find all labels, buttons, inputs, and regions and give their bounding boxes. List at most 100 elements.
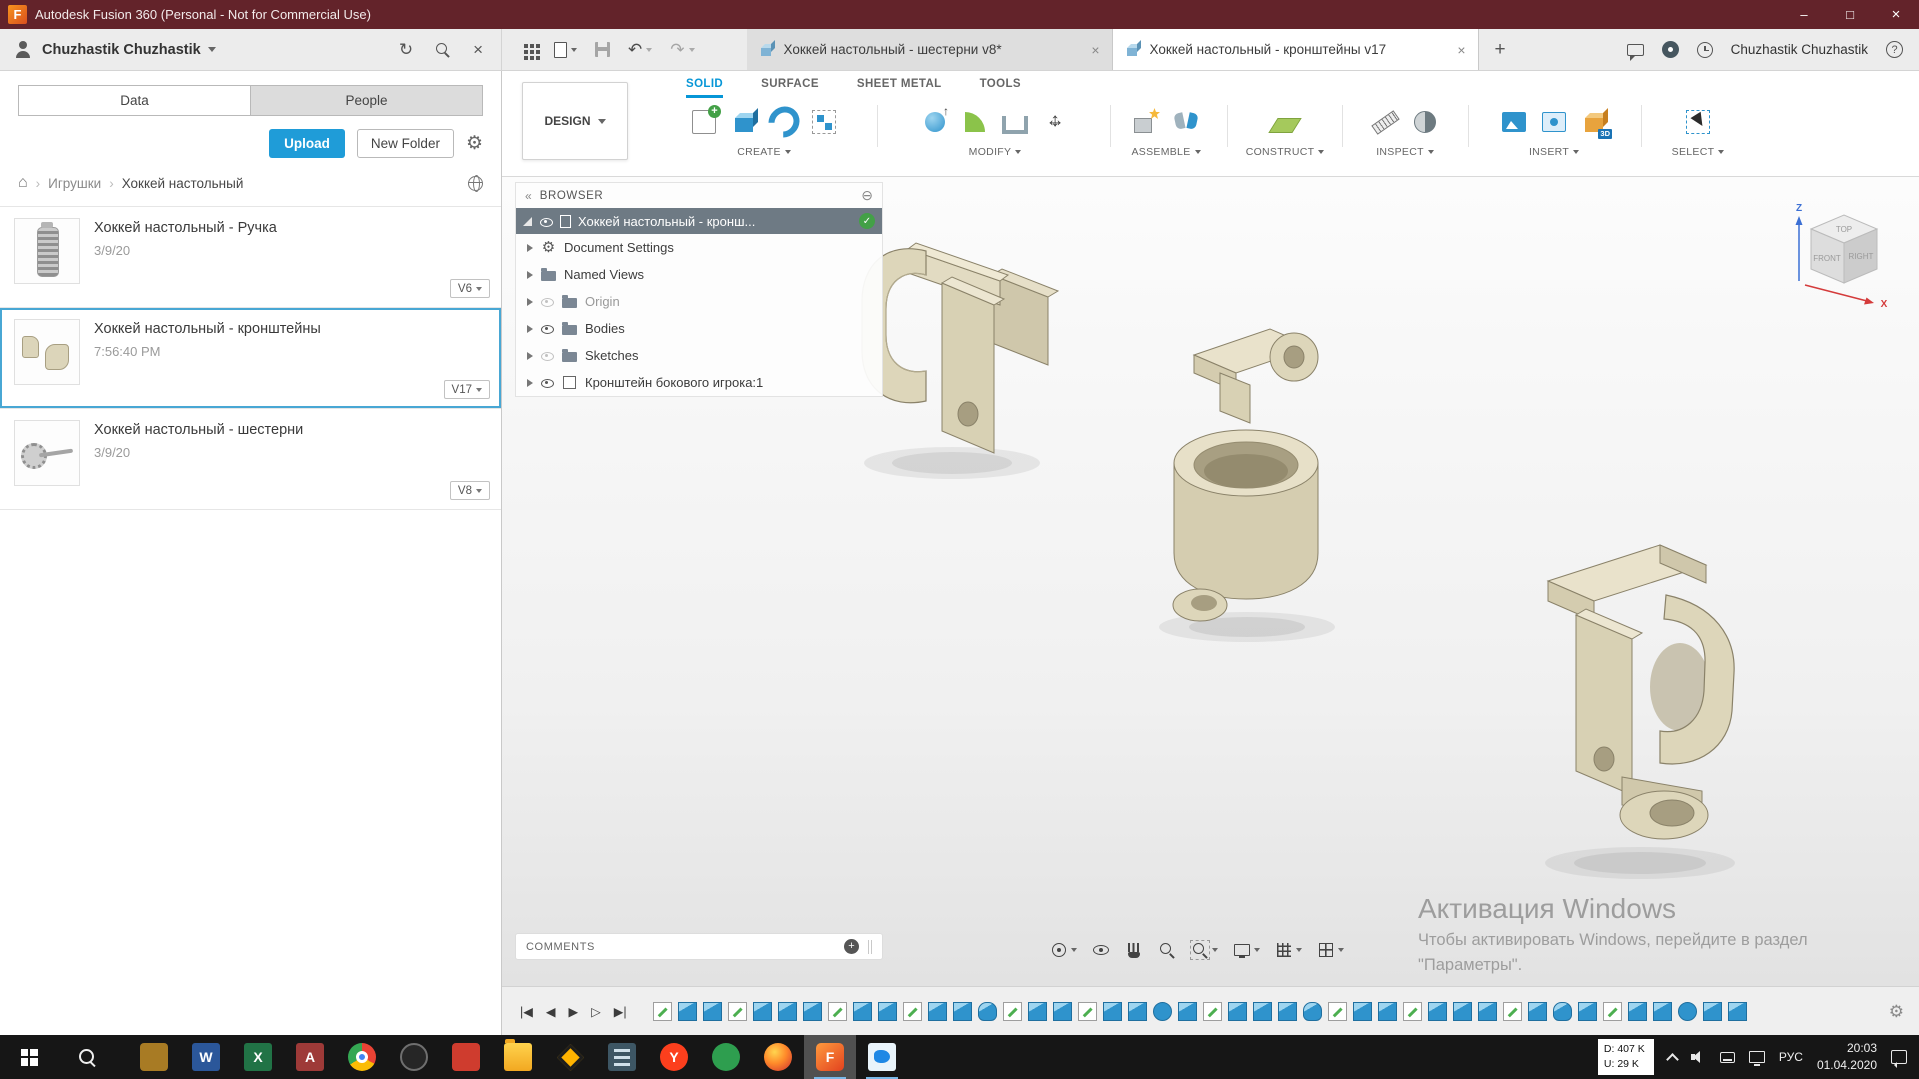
globe-icon[interactable] — [467, 175, 483, 193]
version-dropdown[interactable]: V8 — [449, 481, 490, 500]
move-icon[interactable] — [1040, 107, 1070, 137]
group-dropdown-inspect[interactable]: INSPECT — [1376, 146, 1434, 158]
app-grid-icon[interactable] — [524, 43, 528, 48]
ribbon-tab[interactable]: TOOLS — [980, 71, 1021, 98]
timeline-feature-icon[interactable] — [777, 1001, 797, 1021]
timeline-feature-icon[interactable] — [677, 1001, 697, 1021]
pan-tool[interactable] — [1125, 941, 1143, 959]
fillet-icon[interactable] — [960, 107, 990, 137]
timeline-feature-icon[interactable] — [1352, 1001, 1372, 1021]
view-cube[interactable]: TOP FRONT RIGHT Z X — [1789, 189, 1899, 309]
timeline-feature-icon[interactable] — [652, 1001, 672, 1021]
taskbar-app-icon[interactable] — [544, 1035, 596, 1079]
action-center-icon[interactable] — [1891, 1050, 1907, 1068]
panel-options-icon[interactable]: ⊖ — [861, 187, 873, 204]
timeline-feature-icon[interactable] — [902, 1001, 922, 1021]
user-name[interactable]: Chuzhastik Chuzhastik — [42, 42, 201, 58]
data-panel-item[interactable]: Хоккей настольный - кронштейны 7:56:40 P… — [0, 308, 501, 409]
section-analysis-icon[interactable] — [1410, 107, 1440, 137]
account-name[interactable]: Chuzhastik Chuzhastik — [1731, 42, 1868, 57]
file-menu[interactable] — [554, 41, 577, 58]
expand-arrow-icon[interactable] — [527, 378, 533, 387]
taskbar-app-icon[interactable] — [856, 1035, 908, 1079]
display-settings[interactable] — [1233, 941, 1260, 959]
shell-icon[interactable] — [1000, 107, 1030, 137]
tab-close-icon[interactable]: × — [1091, 42, 1099, 58]
browser-root-node[interactable]: Хоккей настольный - кронш... ✓ — [516, 208, 882, 234]
timeline-playback-button[interactable]: ▷ — [591, 1004, 601, 1019]
document-tab[interactable]: Хоккей настольный - кронштейны v17 × — [1112, 29, 1479, 70]
data-panel-item[interactable]: Хоккей настольный - Ручка 3/9/20 V6 — [0, 207, 501, 308]
timeline-feature-icon[interactable] — [877, 1001, 897, 1021]
version-dropdown[interactable]: V6 — [449, 279, 490, 298]
job-status-icon[interactable] — [1661, 41, 1679, 58]
breadcrumb-current[interactable]: Хоккей настольный — [122, 176, 244, 191]
timeline-feature-icon[interactable] — [1652, 1001, 1672, 1021]
group-dropdown-modify[interactable]: MODIFY — [969, 146, 1022, 158]
new-folder-button[interactable]: New Folder — [356, 129, 454, 158]
tab-people[interactable]: People — [250, 86, 482, 115]
ribbon-tab[interactable]: SOLID — [686, 71, 724, 98]
timeline-feature-icon[interactable] — [827, 1001, 847, 1021]
timeline-feature-icon[interactable] — [1252, 1001, 1272, 1021]
timeline-feature-icon[interactable] — [1002, 1001, 1022, 1021]
timeline-playback-button[interactable]: ▶ — [569, 1004, 579, 1019]
group-dropdown-construct[interactable]: CONSTRUCT — [1246, 146, 1325, 158]
browser-row[interactable]: Sketches — [516, 342, 882, 369]
timeline-playback-button[interactable]: |◀ — [520, 1004, 533, 1019]
taskbar-app-icon[interactable] — [336, 1035, 388, 1079]
browser-row[interactable]: Named Views — [516, 261, 882, 288]
timeline-feature-icon[interactable] — [1552, 1001, 1572, 1021]
clock-icon[interactable] — [1696, 41, 1713, 58]
timeline-feature-icon[interactable] — [1727, 1001, 1747, 1021]
timeline-feature-icon[interactable] — [1602, 1001, 1622, 1021]
expand-arrow-icon[interactable] — [527, 270, 533, 279]
taskbar-app-icon[interactable] — [752, 1035, 804, 1079]
canvas-icon[interactable] — [1499, 107, 1529, 137]
timeline-feature-icon[interactable] — [727, 1001, 747, 1021]
chevron-down-icon[interactable] — [207, 47, 216, 52]
upload-button[interactable]: Upload — [269, 129, 345, 158]
taskbar-clock[interactable]: 20:03 01.04.2020 — [1817, 1040, 1877, 1074]
maximize-button[interactable]: □ — [1827, 0, 1873, 29]
create-sketch-icon[interactable] — [692, 105, 721, 134]
tab-close-icon[interactable]: × — [1457, 42, 1465, 58]
timeline-feature-icon[interactable] — [1202, 1001, 1222, 1021]
pattern-icon[interactable] — [809, 107, 839, 137]
timeline-feature-icon[interactable] — [1027, 1001, 1047, 1021]
refresh-icon[interactable]: ↻ — [399, 41, 413, 58]
version-dropdown[interactable]: V17 — [443, 380, 490, 399]
timeline-feature-icon[interactable] — [977, 1001, 997, 1021]
timeline-feature-icon[interactable] — [1052, 1001, 1072, 1021]
drag-grip-icon[interactable] — [868, 939, 872, 954]
taskbar-app-icon[interactable]: W — [180, 1035, 232, 1079]
timeline-feature-icon[interactable] — [852, 1001, 872, 1021]
taskbar-app-icon[interactable]: F — [804, 1035, 856, 1079]
comments-icon[interactable] — [1626, 43, 1644, 61]
orbit-tool[interactable] — [1050, 941, 1077, 959]
timeline-feature-icon[interactable] — [752, 1001, 772, 1021]
group-dropdown-select[interactable]: SELECT — [1672, 146, 1725, 158]
search-icon[interactable] — [435, 42, 451, 58]
timeline-feature-icon[interactable] — [1152, 1001, 1172, 1021]
taskbar-app-icon[interactable]: A — [284, 1035, 336, 1079]
redo-button[interactable]: ↷ — [670, 41, 695, 58]
minimize-button[interactable]: – — [1781, 0, 1827, 29]
data-panel-item[interactable]: Хоккей настольный - шестерни 3/9/20 V8 — [0, 409, 501, 510]
language-indicator[interactable]: РУС — [1779, 1050, 1803, 1064]
timeline-feature-icon[interactable] — [1377, 1001, 1397, 1021]
taskbar-app-icon[interactable]: X — [232, 1035, 284, 1079]
zoom-window-tool[interactable] — [1190, 940, 1218, 960]
home-icon[interactable]: ⌂ — [18, 175, 28, 191]
browser-row[interactable]: Кронштейн бокового игрока:1 — [516, 369, 882, 396]
touch-keyboard-icon[interactable] — [1719, 1051, 1735, 1063]
undo-button[interactable]: ↶ — [628, 41, 653, 58]
extrude-icon[interactable] — [729, 107, 759, 137]
group-dropdown-insert[interactable]: INSERT — [1529, 146, 1580, 158]
taskbar-app-icon[interactable] — [492, 1035, 544, 1079]
timeline-feature-icon[interactable] — [1302, 1001, 1322, 1021]
tab-data[interactable]: Data — [19, 86, 250, 115]
revolve-icon[interactable] — [769, 107, 799, 137]
construct-plane-icon[interactable] — [1270, 107, 1300, 137]
start-button[interactable] — [12, 1035, 46, 1079]
